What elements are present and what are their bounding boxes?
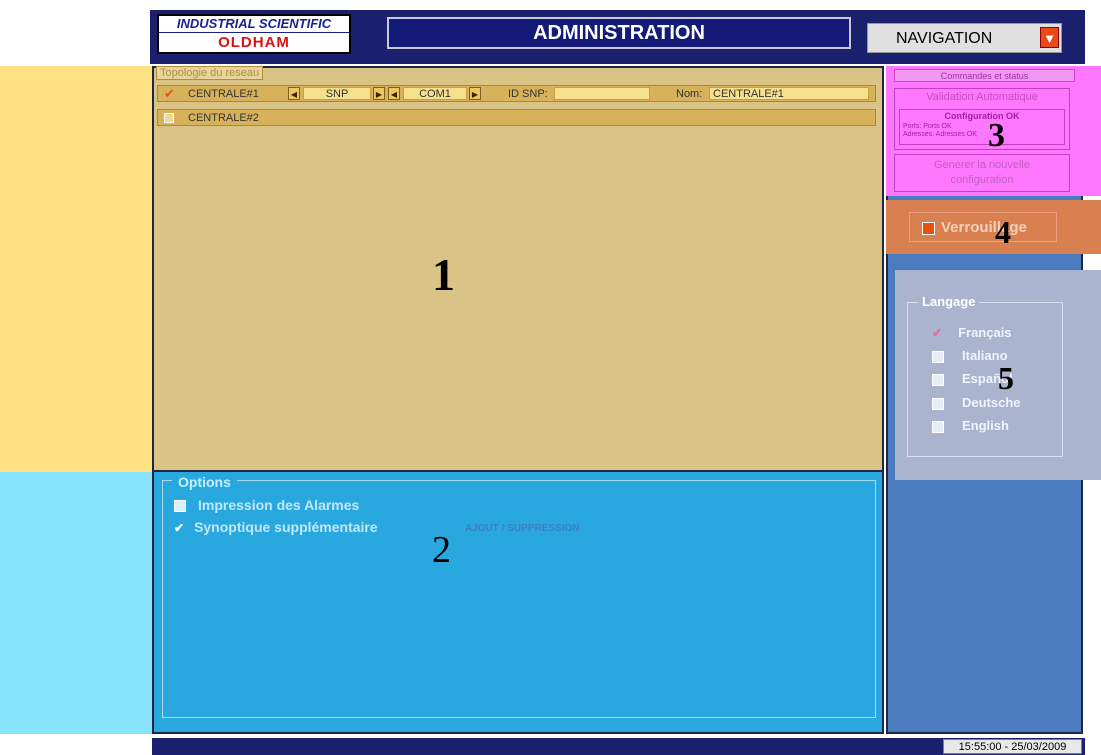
config-status: Configuration OK (944, 111, 1020, 121)
left-highlight-blue (0, 472, 152, 734)
id-snp-label: ID SNP: (508, 88, 548, 100)
company-logo: INDUSTRIAL SCIENTIFIC OLDHAM (157, 14, 351, 54)
option-item[interactable]: Impression des Alarmes (174, 497, 359, 513)
callout-1: 1 (432, 249, 455, 300)
language-legend: Langage (918, 294, 980, 309)
clock-display: 15:55:00 - 25/03/2009 (943, 739, 1082, 754)
lock-label: Verrouillage (941, 219, 1027, 236)
ports-status: Ports: Ports OK Adresses: Adresses OK (903, 123, 977, 139)
callout-5: 5 (998, 360, 1014, 396)
callout-2: 2 (432, 529, 451, 571)
nom-input[interactable]: CENTRALE#1 (709, 87, 869, 100)
callout-4: 4 (995, 214, 1011, 250)
next-port-icon[interactable]: ▶ (469, 87, 481, 100)
language-option[interactable]: ✔ Français (932, 325, 1012, 340)
checkmark-icon[interactable]: ✔ (932, 326, 942, 340)
logo-line2: OLDHAM (218, 34, 290, 51)
navigation-dropdown[interactable]: NAVIGATION (867, 23, 1062, 53)
checkmark-icon[interactable]: ✔ (174, 521, 184, 535)
ajout-suppression-link[interactable]: AJOUT / SUPPRESSION (465, 523, 579, 534)
addresses-line: Adresses: Adresses OK (903, 131, 977, 138)
callout-3: 3 (988, 117, 1005, 154)
topology-label: Topologie du reseau (156, 66, 264, 80)
port-field[interactable]: COM1 (403, 87, 467, 100)
language-option[interactable]: English (932, 418, 1009, 433)
central-checkbox[interactable] (164, 113, 174, 123)
ports-line: Ports: Ports OK (903, 123, 952, 130)
generate-config-button[interactable]: Generer la nouvelle configuration (894, 154, 1070, 192)
language-checkbox[interactable] (932, 397, 944, 410)
central-name: CENTRALE#2 (188, 112, 259, 124)
id-snp-input[interactable] (554, 87, 650, 100)
left-highlight-yellow (0, 66, 152, 472)
option-label: Impression des Alarmes (198, 497, 360, 513)
checkmark-icon[interactable]: ✔ (164, 87, 175, 100)
page-title: ADMINISTRATION (387, 17, 851, 49)
option-label: Synoptique supplémentaire (194, 519, 378, 535)
language-option[interactable]: Italiano (932, 348, 1008, 363)
language-option[interactable]: Deutsche (932, 395, 1021, 410)
option-item[interactable]: ✔ Synoptique supplémentaire (174, 519, 378, 535)
topology-row[interactable]: CENTRALE#2 (157, 109, 876, 126)
language-checkbox[interactable] (932, 350, 944, 363)
nom-label: Nom: (676, 88, 703, 100)
central-name: CENTRALE#1 (188, 88, 259, 100)
generate-line2: configuration (950, 174, 1014, 186)
options-legend: Options (172, 474, 237, 490)
language-label: Français (958, 325, 1012, 340)
validation-auto-button[interactable]: Validation Automatique Configuration OK … (894, 88, 1070, 150)
checkmark-icon[interactable] (922, 221, 935, 235)
lock-button[interactable]: Verrouillage (909, 212, 1057, 242)
logo-line1: INDUSTRIAL SCIENTIFIC (159, 16, 349, 33)
options-groupbox (162, 480, 876, 718)
language-label: English (962, 418, 1009, 433)
topology-panel (152, 66, 884, 472)
generate-line1: Generer la nouvelle (933, 159, 1030, 171)
down-arrow-icon[interactable]: ▼ (1040, 27, 1059, 48)
prev-port-icon[interactable]: ◀ (388, 87, 400, 100)
language-checkbox[interactable] (932, 420, 944, 433)
validation-label: Validation Automatique (926, 91, 1038, 103)
config-status-box: Configuration OK Ports: Ports OK Adresse… (899, 109, 1065, 145)
prev-protocol-icon[interactable]: ◀ (288, 87, 300, 100)
option-checkbox[interactable] (174, 500, 186, 513)
protocol-field[interactable]: SNP (303, 87, 371, 100)
commands-title: Commandes et status (894, 69, 1075, 82)
next-protocol-icon[interactable]: ▶ (373, 87, 385, 100)
topology-row[interactable]: ✔ CENTRALE#1 ◀ SNP ▶ ◀ COM1 ▶ ID SNP: No… (157, 85, 876, 102)
language-checkbox[interactable] (932, 373, 944, 386)
language-label: Deutsche (962, 395, 1021, 410)
